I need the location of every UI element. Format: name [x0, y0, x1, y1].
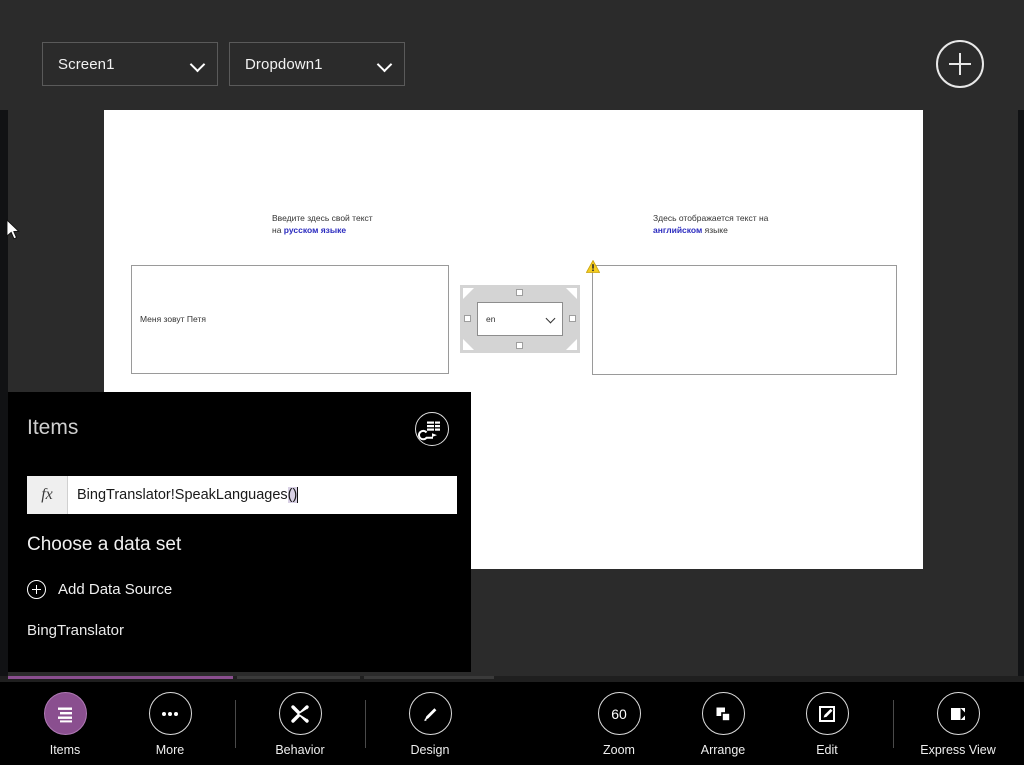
list-items-icon — [58, 707, 72, 722]
ribbon-button-label: Zoom — [603, 743, 635, 757]
ribbon-button-design[interactable]: Design — [390, 692, 470, 757]
ribbon-strip-active — [8, 676, 233, 679]
list-items-icon — [43, 692, 87, 735]
target-label-line1: Здесь отображается текст на — [653, 213, 769, 223]
screen-selector-value: Screen1 — [58, 55, 115, 73]
chevron-down-icon — [378, 57, 392, 71]
source-label-emphasis: русском языке — [283, 225, 347, 235]
arrange-icon — [716, 707, 731, 722]
zoom-level-icon: 60 — [597, 692, 641, 735]
target-label-line2: английском языке — [653, 224, 768, 236]
chevron-down-icon — [546, 314, 556, 324]
chevron-down-icon — [191, 57, 205, 71]
arrange-icon — [701, 692, 745, 735]
ribbon-button-label: Edit — [816, 743, 838, 757]
top-toolbar: Screen1 Dropdown1 — [0, 0, 1024, 110]
screen-selector[interactable]: Screen1 — [42, 42, 218, 86]
ribbon-divider-1 — [235, 700, 236, 748]
source-label-line2: на русском языке — [272, 224, 373, 236]
resize-handle-left[interactable] — [464, 315, 471, 322]
ribbon-divider-2 — [365, 700, 366, 748]
list-item[interactable]: BingTranslator — [27, 622, 124, 639]
express-view-icon — [951, 707, 965, 720]
target-label-suffix: языке — [702, 225, 728, 235]
zoom-level-value: 60 — [611, 705, 627, 722]
ribbon-button-behavior[interactable]: Behavior — [260, 692, 340, 757]
ribbon-divider-3 — [893, 700, 894, 748]
behavior-icon — [278, 692, 322, 735]
formula-text: BingTranslator!SpeakLanguages — [77, 487, 288, 503]
text-caret — [297, 487, 299, 503]
resize-handle-top[interactable] — [516, 289, 523, 296]
ribbon-button-arrange[interactable]: Arrange — [683, 692, 763, 757]
ribbon-strip-2 — [237, 676, 360, 679]
ribbon-button-label: Items — [49, 743, 81, 757]
source-text-input[interactable]: Меня зовут Петя — [131, 265, 449, 374]
pencil-icon — [408, 692, 452, 735]
warning-triangle-icon[interactable] — [586, 260, 600, 273]
resize-handle-bottom[interactable] — [516, 342, 523, 349]
source-label-line1: Введите здесь свой текст — [272, 213, 373, 223]
ribbon-button-label: Behavior — [275, 743, 325, 757]
add-data-source-label: Add Data Source — [58, 581, 173, 598]
ribbon-button-label: More — [155, 743, 185, 757]
edit-square-icon — [805, 692, 849, 735]
language-dropdown[interactable]: en — [477, 302, 563, 336]
pencil-icon — [424, 707, 437, 721]
ellipsis-icon — [148, 692, 192, 735]
target-label-emphasis: английском — [653, 225, 703, 235]
data-source-refresh-icon[interactable] — [415, 412, 449, 446]
ribbon-button-items[interactable]: Items — [25, 692, 105, 757]
source-label-prefix: на — [272, 225, 284, 235]
ribbon-button-more[interactable]: More — [130, 692, 210, 757]
add-control-button[interactable] — [936, 40, 984, 88]
resize-handle-right[interactable] — [569, 315, 576, 322]
behavior-icon — [291, 704, 309, 723]
ribbon-button-group: Items More Behavior Design 60 Zoom Arrange Edit… — [0, 682, 1024, 765]
ribbon-strip-3 — [364, 676, 494, 679]
panel-subtitle: Choose a data set — [27, 534, 182, 555]
ribbon-button-zoom[interactable]: 60 Zoom — [579, 692, 659, 757]
resize-corner-tr[interactable] — [566, 288, 577, 299]
property-panel: Items fx BingTranslator!SpeakLanguages()… — [8, 392, 471, 672]
formula-input[interactable]: BingTranslator!SpeakLanguages() — [68, 476, 457, 514]
resize-corner-tl[interactable] — [463, 288, 474, 299]
control-selector[interactable]: Dropdown1 — [229, 42, 405, 86]
target-language-label: Здесь отображается текст на английском я… — [653, 212, 768, 236]
resize-corner-bl[interactable] — [463, 339, 474, 350]
ribbon-button-edit[interactable]: Edit — [787, 692, 867, 757]
edit-square-icon — [819, 705, 835, 722]
target-text-output[interactable] — [592, 265, 897, 375]
ribbon-button-label: Express View — [920, 743, 996, 757]
formula-selected-text: () — [287, 487, 298, 503]
language-dropdown-value: en — [486, 314, 496, 324]
bottom-ribbon: Items More Behavior Design 60 Zoom Arrange Edit… — [0, 676, 1024, 765]
ellipsis-icon — [162, 711, 178, 716]
ribbon-button-label: Arrange — [700, 743, 746, 757]
ribbon-button-label: Design — [410, 743, 450, 757]
control-selector-value: Dropdown1 — [245, 55, 323, 73]
source-language-label: Введите здесь свой текст на русском язык… — [272, 212, 373, 236]
source-text-value: Меня зовут Петя — [140, 314, 206, 324]
fx-icon: fx — [27, 476, 68, 514]
resize-corner-br[interactable] — [566, 339, 577, 350]
formula-bar[interactable]: fx BingTranslator!SpeakLanguages() — [27, 476, 457, 514]
add-data-source-button[interactable]: Add Data Source — [27, 580, 172, 599]
mouse-pointer-icon — [6, 219, 20, 240]
power-apps-studio-window: Screen1 Dropdown1 Введите здесь свой тек… — [0, 0, 1024, 765]
ribbon-button-express-view[interactable]: Express View — [918, 692, 998, 757]
express-view-icon — [936, 692, 980, 735]
plus-circle-icon — [27, 580, 46, 599]
panel-title: Items — [27, 416, 79, 439]
language-dropdown-selection[interactable]: en — [460, 285, 580, 353]
